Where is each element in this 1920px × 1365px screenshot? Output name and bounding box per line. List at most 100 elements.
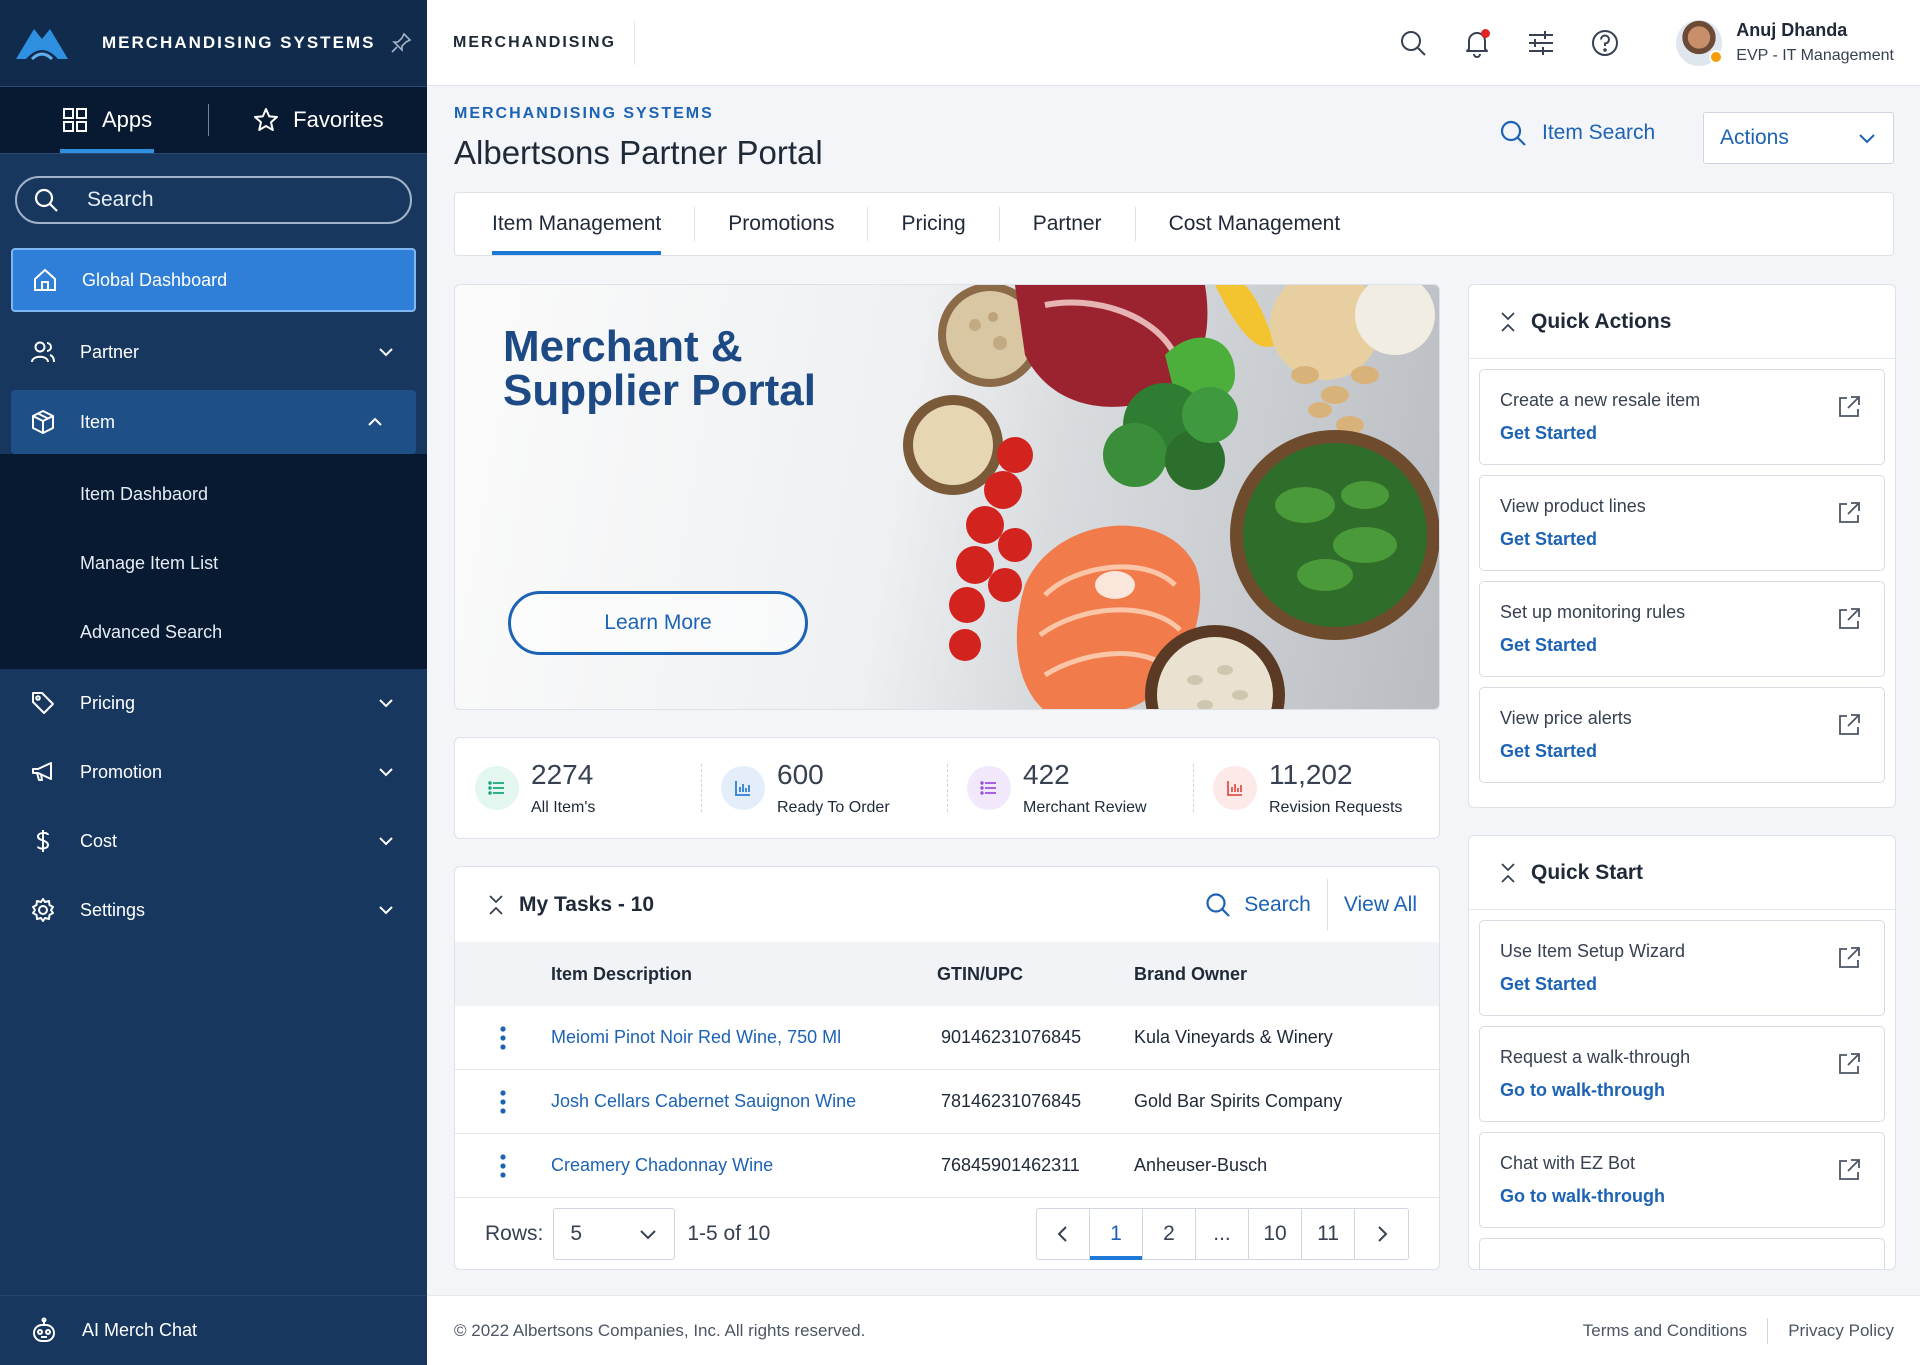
actions-dropdown[interactable]: Actions	[1703, 112, 1894, 164]
collapse-icon[interactable]	[487, 893, 505, 917]
quick-start-card-partial[interactable]	[1479, 1238, 1885, 1269]
robot-icon	[33, 1317, 55, 1342]
sidebar-search-placeholder: Search	[87, 188, 154, 211]
kebab-menu-icon[interactable]	[499, 1025, 507, 1051]
ai-merch-chat[interactable]: AI Merch Chat	[0, 1295, 427, 1365]
notification-dot	[1481, 28, 1491, 38]
tab-favorites[interactable]: Favorites	[253, 87, 384, 153]
tab-pricing[interactable]: Pricing	[901, 193, 965, 255]
kebab-menu-icon[interactable]	[499, 1089, 507, 1115]
quick-action-link[interactable]: Get Started	[1500, 423, 1884, 444]
search-icon	[1206, 892, 1231, 917]
tasks-search-button[interactable]: Search	[1204, 878, 1328, 931]
stat-ready-to-order[interactable]: 600 Ready To Order	[701, 738, 947, 838]
col-gtin-upc[interactable]: GTIN/UPC	[937, 964, 1134, 985]
stat-value: 2274	[531, 759, 594, 790]
sub-item-dashboard[interactable]: Item Dashbaord	[0, 460, 427, 529]
page-button[interactable]: 10	[1249, 1209, 1302, 1259]
rows-per-page-select[interactable]: 5	[553, 1208, 676, 1260]
quick-actions-header[interactable]: Quick Actions	[1469, 285, 1895, 359]
quick-action-title: Create a new resale item	[1500, 390, 1701, 410]
help-button[interactable]	[1590, 28, 1620, 58]
stat-label: Merchant Review	[1023, 799, 1147, 816]
tab-promotions[interactable]: Promotions	[728, 193, 834, 255]
quick-action-card[interactable]: Set up monitoring rules Get Started	[1479, 581, 1885, 677]
user-info[interactable]: Anuj Dhanda EVP - IT Management	[1736, 20, 1894, 65]
nav-settings[interactable]: Settings	[0, 878, 427, 942]
nav-partner[interactable]: Partner	[0, 320, 427, 384]
chevron-up-icon	[368, 417, 382, 426]
page-ellipsis: ...	[1196, 1209, 1249, 1259]
quick-start-link[interactable]: Go to walk-through	[1500, 1080, 1884, 1101]
quick-action-card[interactable]: View price alerts Get Started	[1479, 687, 1885, 783]
quick-action-title: Set up monitoring rules	[1500, 602, 1686, 622]
quick-start-card[interactable]: Use Item Setup Wizard Get Started	[1479, 920, 1885, 1016]
module-tabs: Item Management Promotions Pricing Partn…	[454, 192, 1894, 256]
hero-banner: Merchant & Supplier Portal Learn More	[454, 284, 1440, 710]
stat-merchant-review[interactable]: 422 Merchant Review	[947, 738, 1193, 838]
privacy-link[interactable]: Privacy Policy	[1788, 1321, 1894, 1341]
quick-action-link[interactable]: Get Started	[1500, 741, 1884, 762]
sub-item-advanced-search[interactable]: Advanced Search	[0, 598, 427, 667]
kebab-menu-icon[interactable]	[499, 1153, 507, 1179]
sidebar-search-input[interactable]: Search	[15, 176, 412, 224]
prev-page-button[interactable]	[1037, 1209, 1090, 1259]
col-item-description[interactable]: Item Description	[551, 964, 937, 985]
page-button[interactable]: 1	[1090, 1209, 1143, 1260]
pin-icon[interactable]	[389, 31, 413, 55]
filters-button[interactable]	[1526, 28, 1556, 58]
next-page-button[interactable]	[1355, 1209, 1408, 1259]
user-name: Anuj Dhanda	[1736, 20, 1848, 40]
megaphone-icon	[32, 762, 52, 781]
tab-cost-management[interactable]: Cost Management	[1169, 193, 1341, 255]
external-link-icon	[1839, 1053, 1860, 1074]
quick-start-card[interactable]: Chat with EZ Bot Go to walk-through	[1479, 1132, 1885, 1228]
tab-apps[interactable]: Apps	[59, 87, 155, 153]
quick-start-item-title: Request a walk-through	[1500, 1047, 1691, 1067]
notifications-button[interactable]	[1462, 28, 1492, 58]
item-description-link[interactable]: Josh Cellars Cabernet Sauignon Wine	[551, 1091, 937, 1112]
nav-cost[interactable]: Cost	[0, 809, 427, 873]
col-brand-owner[interactable]: Brand Owner	[1134, 964, 1439, 985]
tab-separator	[208, 104, 210, 136]
stat-all-items[interactable]: 2274 All Item's	[455, 738, 701, 838]
quick-start-link[interactable]: Get Started	[1500, 974, 1884, 995]
quick-action-card[interactable]: View product lines Get Started	[1479, 475, 1885, 571]
avatar[interactable]	[1676, 19, 1724, 66]
item-search-link[interactable]: Item Search	[1498, 118, 1655, 148]
stat-value: 422	[1023, 759, 1070, 790]
nav-global-dashboard[interactable]: Global Dashboard	[11, 248, 416, 312]
gtin-value: 90146231076845	[941, 1027, 1082, 1047]
gtin-value: 78146231076845	[941, 1091, 1082, 1111]
quick-action-card[interactable]: Create a new resale item Get Started	[1479, 369, 1885, 465]
quick-action-link[interactable]: Get Started	[1500, 635, 1884, 656]
quick-start-link[interactable]: Go to walk-through	[1500, 1186, 1884, 1207]
item-submenu: Item Dashbaord Manage Item List Advanced…	[0, 454, 427, 669]
nav-promotion[interactable]: Promotion	[0, 740, 427, 804]
sub-item-manage-list[interactable]: Manage Item List	[0, 529, 427, 598]
item-description-link[interactable]: Creamery Chadonnay Wine	[551, 1155, 937, 1176]
tab-partner[interactable]: Partner	[1033, 193, 1102, 255]
quick-start-card[interactable]: Request a walk-through Go to walk-throug…	[1479, 1026, 1885, 1122]
tab-item-management[interactable]: Item Management	[492, 193, 662, 255]
quick-action-title: View product lines	[1500, 496, 1646, 516]
learn-more-button[interactable]: Learn More	[508, 591, 808, 655]
page-button[interactable]: 2	[1143, 1209, 1196, 1259]
page-button[interactable]: 11	[1302, 1209, 1355, 1259]
external-link-icon	[1839, 947, 1860, 968]
terms-link[interactable]: Terms and Conditions	[1583, 1321, 1747, 1341]
stat-revision-requests[interactable]: 11,202 Revision Requests	[1193, 738, 1439, 838]
item-description-link[interactable]: Meiomi Pinot Noir Red Wine, 750 Ml	[551, 1027, 937, 1048]
nav-item[interactable]: Item	[11, 390, 416, 454]
tab-separator	[1134, 207, 1136, 241]
brand-owner-value: Kula Vineyards & Winery	[1134, 1027, 1333, 1047]
view-all-link[interactable]: View All	[1344, 893, 1417, 917]
search-button[interactable]	[1398, 28, 1428, 58]
brand-owner-value: Gold Bar Spirits Company	[1134, 1091, 1343, 1111]
star-icon	[254, 108, 279, 131]
quick-action-link[interactable]: Get Started	[1500, 529, 1884, 550]
chevron-down-icon	[379, 348, 393, 357]
quick-start-header[interactable]: Quick Start	[1469, 836, 1895, 910]
actions-label: Actions	[1720, 126, 1789, 149]
nav-pricing[interactable]: Pricing	[0, 671, 427, 735]
